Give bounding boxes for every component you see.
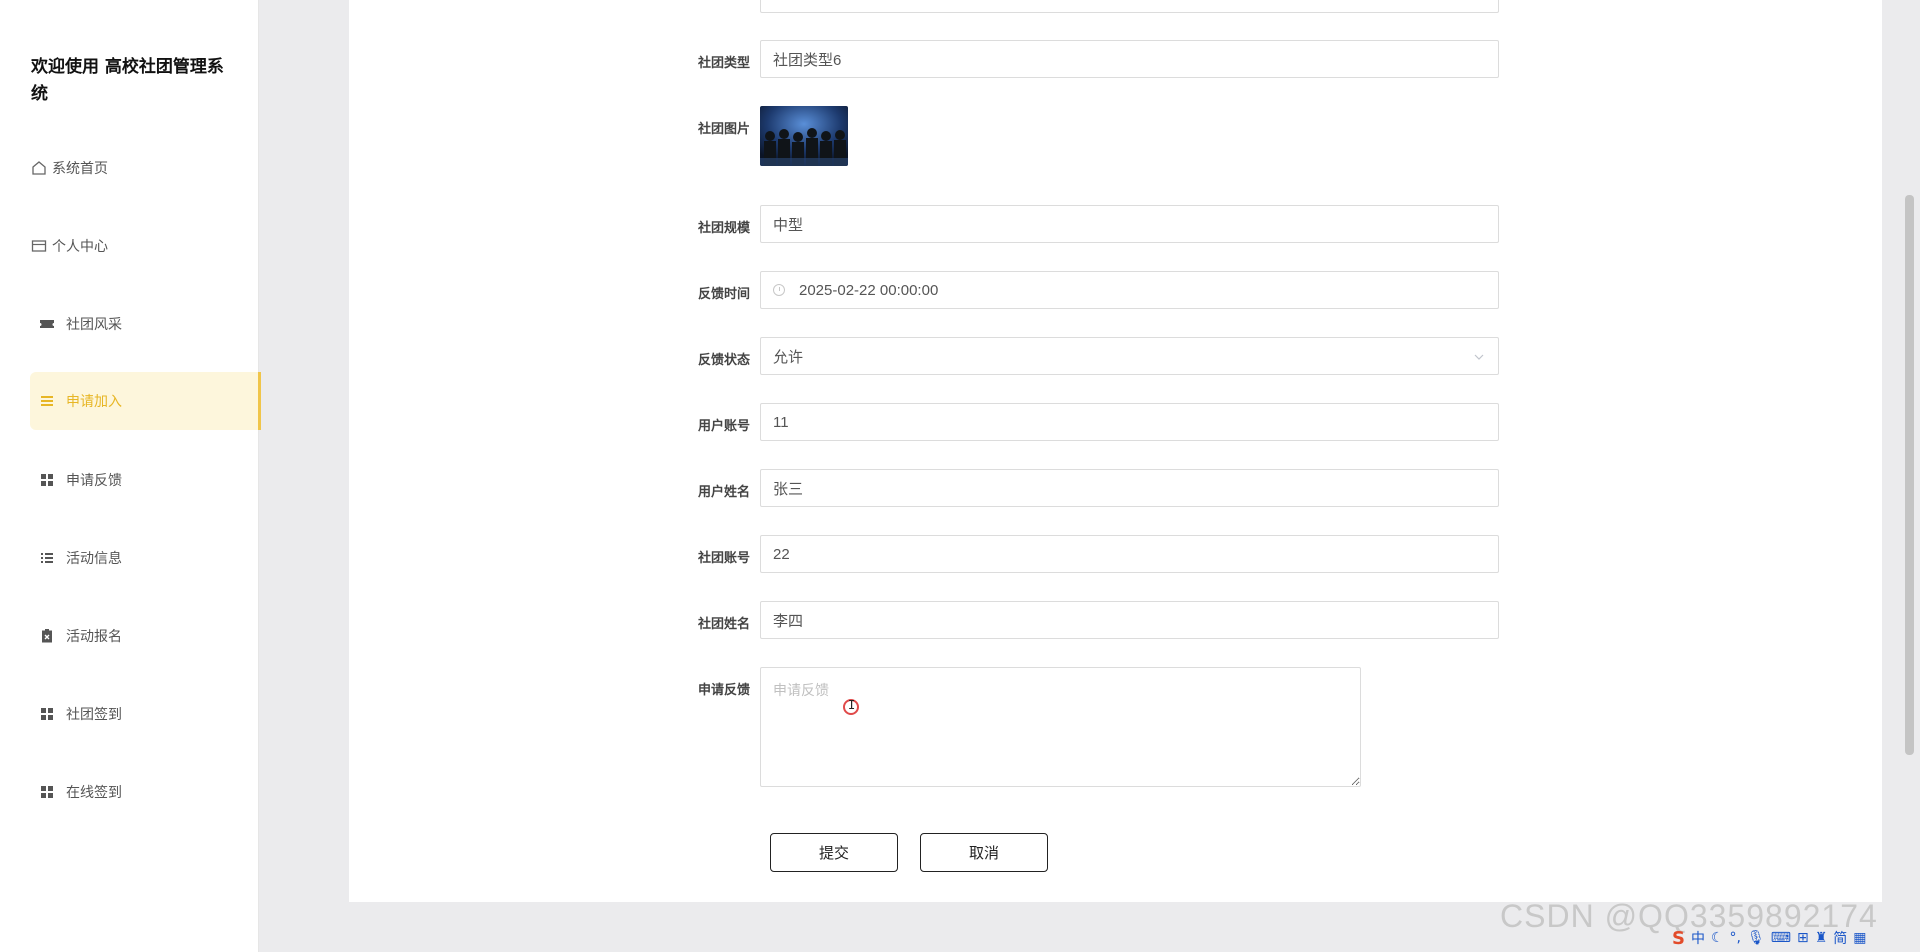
sidebar-item-club-checkin[interactable]: 社团签到 [30, 685, 258, 743]
club-name-field[interactable]: 李四 [760, 601, 1499, 639]
cancel-button[interactable]: 取消 [920, 833, 1048, 872]
club-type-label: 社团类型 [697, 56, 750, 71]
clock-icon [773, 284, 785, 296]
sidebar-item-profile[interactable]: 个人中心 [30, 217, 258, 275]
feedback-status-label: 反馈状态 [697, 353, 750, 368]
grid-icon [38, 471, 56, 489]
user-name-label: 用户姓名 [697, 485, 750, 500]
card-icon [30, 237, 48, 255]
sidebar: 欢迎使用 高校社团管理系统 系统首页 个人中心 社团风采 申请加入 申请反馈 活… [0, 0, 261, 952]
club-image[interactable] [760, 106, 848, 166]
sidebar-item-activity-info[interactable]: 活动信息 [30, 529, 258, 587]
user-account-field[interactable]: 11 [760, 403, 1499, 441]
club-image-label: 社团图片 [697, 122, 750, 137]
apply-feedback-textarea[interactable] [760, 667, 1361, 787]
sidebar-item-club-showcase[interactable]: 社团风采 [30, 295, 258, 353]
home-icon [30, 159, 48, 177]
chevron-down-icon [1474, 349, 1484, 363]
sidebar-item-activity-signup[interactable]: 活动报名 [30, 607, 258, 665]
sidebar-item-label: 在线签到 [66, 785, 122, 801]
sidebar-item-label: 系统首页 [52, 161, 108, 177]
sidebar-item-label: 社团签到 [66, 707, 122, 723]
club-account-label: 社团账号 [697, 551, 750, 566]
shirt-icon[interactable]: ♜ [1815, 930, 1828, 946]
feedback-time-picker[interactable]: 2025-02-22 00:00:00 [760, 271, 1499, 309]
list-icon [38, 549, 56, 567]
microphone-icon[interactable]: 🎙 [1747, 930, 1765, 946]
menu-lines-icon [38, 392, 56, 410]
user-account-label: 用户账号 [697, 419, 750, 434]
clipboard-icon [38, 627, 56, 645]
sidebar-item-apply-join[interactable]: 申请加入 [30, 372, 261, 430]
club-account-field[interactable]: 22 [760, 535, 1499, 573]
top-partial-field[interactable] [760, 0, 1499, 13]
sidebar-item-home[interactable]: 系统首页 [30, 139, 258, 197]
sidebar-item-label: 申请反馈 [66, 473, 122, 489]
keyboard-icon[interactable]: ⌨ [1771, 930, 1791, 946]
punctuation-icon[interactable]: °, [1730, 930, 1741, 946]
sogou-ime-icon[interactable]: S [1672, 928, 1685, 949]
apply-feedback-label: 申请反馈 [697, 683, 750, 698]
sidebar-item-label: 社团风采 [66, 317, 122, 333]
user-icon[interactable]: ⊞ [1797, 930, 1809, 946]
club-size-label: 社团规模 [697, 221, 750, 236]
vertical-scrollbar[interactable] [1905, 195, 1914, 755]
moon-icon[interactable]: ☾ [1711, 930, 1724, 946]
feedback-time-label: 反馈时间 [697, 287, 750, 302]
club-type-field[interactable]: 社团类型6 [760, 40, 1499, 78]
club-size-field[interactable]: 中型 [760, 205, 1499, 243]
user-name-field[interactable]: 张三 [760, 469, 1499, 507]
ime-mode[interactable]: 中 [1691, 928, 1705, 948]
grid-menu-icon[interactable]: ▦ [1853, 930, 1866, 946]
simplified-toggle[interactable]: 简 [1833, 928, 1847, 948]
submit-button[interactable]: 提交 [770, 833, 898, 872]
app-title: 欢迎使用 高校社团管理系统 [31, 57, 224, 104]
mouse-cursor-indicator [843, 698, 859, 715]
club-name-label: 社团姓名 [697, 617, 750, 632]
grid-icon [38, 783, 56, 801]
form-panel: 社团类型 社团类型6 社团图片 社团规模 中型 反馈时间 2025-02-22 … [349, 0, 1882, 902]
sidebar-item-label: 个人中心 [52, 239, 108, 255]
ticket-icon [38, 315, 56, 333]
sidebar-item-online-checkin[interactable]: 在线签到 [30, 763, 258, 821]
ime-tray: S 中 ☾ °, 🎙 ⌨ ⊞ ♜ 简 ▦ [1672, 926, 1867, 950]
feedback-status-select[interactable]: 允许 [760, 337, 1499, 375]
grid-icon [38, 705, 56, 723]
sidebar-item-apply-feedback[interactable]: 申请反馈 [30, 451, 258, 509]
sidebar-item-label: 申请加入 [66, 394, 122, 410]
sidebar-item-label: 活动信息 [66, 551, 122, 567]
sidebar-item-label: 活动报名 [66, 629, 122, 645]
club-photo-thumbnail [760, 106, 848, 166]
